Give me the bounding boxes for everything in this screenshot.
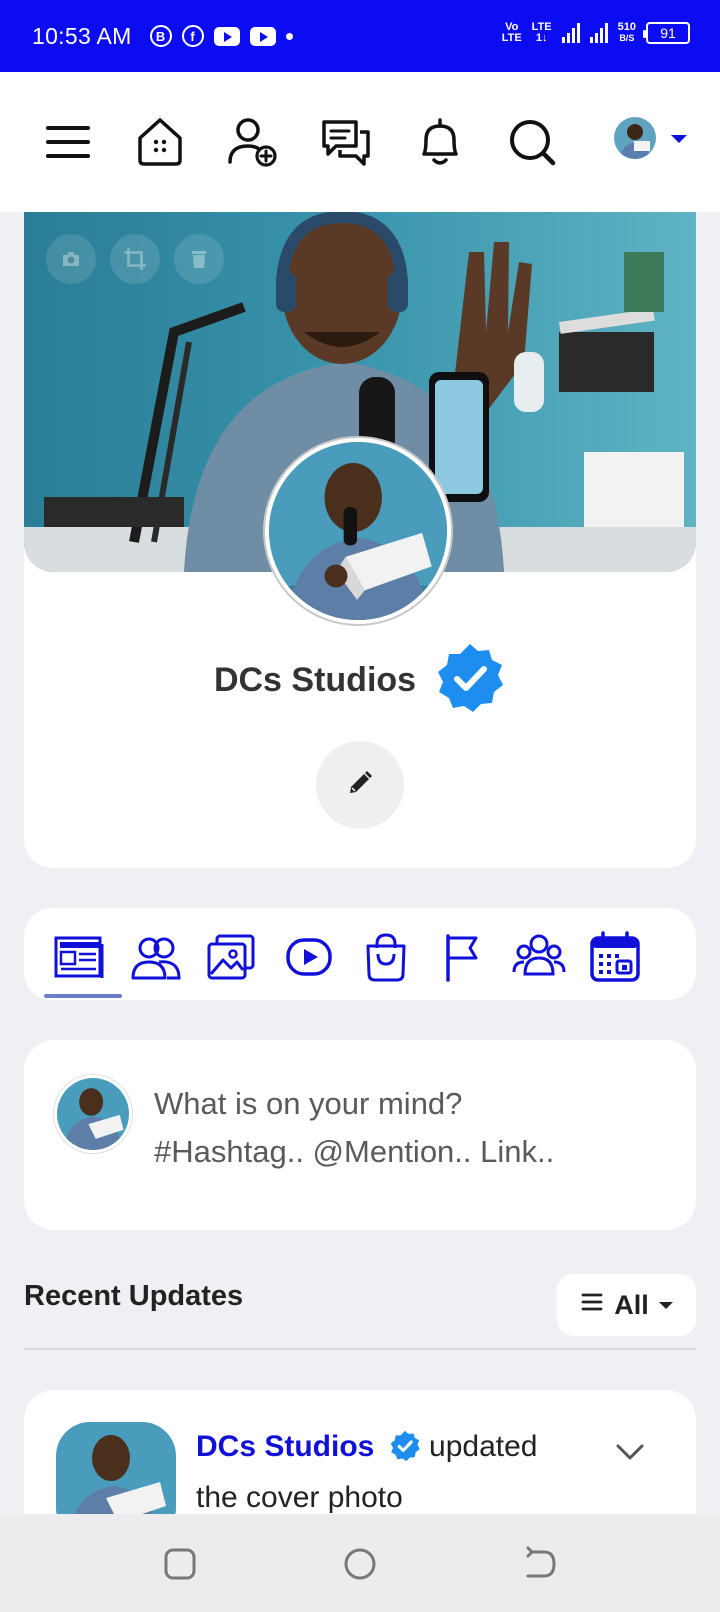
back-icon[interactable] <box>520 1544 560 1584</box>
user-avatar[interactable] <box>614 117 656 159</box>
filter-label: All <box>614 1289 649 1320</box>
more-dot-icon <box>285 32 293 40</box>
profile-avatar[interactable] <box>265 438 451 624</box>
menu-icon[interactable] <box>40 114 96 170</box>
feed-filter-dropdown[interactable]: All <box>557 1274 696 1336</box>
profile-tabs <box>24 908 696 1000</box>
account-menu-caret-icon[interactable] <box>671 135 687 143</box>
chevron-down-icon[interactable] <box>614 1436 646 1468</box>
shop-icon[interactable] <box>359 930 413 984</box>
b-icon: B <box>149 25 172 47</box>
chevron-down-icon <box>658 1301 673 1309</box>
battery-level: 91 <box>660 25 676 41</box>
battery-icon: 91 <box>643 22 690 44</box>
clock: 10:53 AM <box>32 22 132 49</box>
top-nav <box>0 72 720 212</box>
edit-profile-button[interactable] <box>316 741 404 829</box>
profile-card: DCs Studios <box>24 212 696 868</box>
videos-icon[interactable] <box>282 930 336 984</box>
network-speed: 510 B/S <box>617 21 636 44</box>
active-tab-indicator <box>44 994 122 998</box>
pencil-icon <box>346 769 374 802</box>
home-button-icon[interactable] <box>340 1544 380 1584</box>
facebook-icon: f <box>181 25 204 47</box>
crop-icon[interactable] <box>110 234 160 284</box>
composer-avatar <box>54 1075 132 1153</box>
signal-icon <box>589 23 608 43</box>
status-bar: 10:53 AM B f Vo LTE LTE 1↓ 510 B/S 91 <box>0 0 720 72</box>
notification-icons: B f <box>149 25 293 47</box>
friends-icon[interactable] <box>129 930 183 984</box>
post-action: updated <box>429 1430 538 1463</box>
divider <box>24 1348 696 1350</box>
events-icon[interactable] <box>588 930 642 984</box>
camera-icon[interactable] <box>46 234 96 284</box>
post-composer[interactable]: What is on your mind? #Hashtag.. @Mentio… <box>24 1040 696 1230</box>
verified-badge-icon <box>434 642 506 719</box>
recent-updates-title: Recent Updates <box>24 1280 244 1312</box>
notifications-icon[interactable] <box>412 114 468 170</box>
youtube-icon <box>213 26 240 46</box>
composer-placeholder[interactable]: What is on your mind? #Hashtag.. @Mentio… <box>154 1080 674 1176</box>
post-author-link[interactable]: DCs Studios <box>196 1430 374 1463</box>
post-headline: DCs Studios updated the cover photo <box>196 1424 596 1520</box>
recent-apps-icon[interactable] <box>160 1544 200 1584</box>
youtube-icon <box>249 26 276 46</box>
groups-icon[interactable] <box>512 930 566 984</box>
search-icon[interactable] <box>504 114 560 170</box>
system-nav-bar <box>0 1514 720 1612</box>
delete-icon[interactable] <box>174 234 224 284</box>
pages-icon[interactable] <box>436 930 490 984</box>
timeline-icon[interactable] <box>52 930 106 984</box>
lte-indicator: LTE 1↓ <box>531 21 552 44</box>
add-friend-icon[interactable] <box>224 114 280 170</box>
profile-name: DCs Studios <box>213 661 417 699</box>
signal-icon <box>561 23 580 43</box>
messages-icon[interactable] <box>318 114 374 170</box>
volte-indicator: Vo LTE <box>501 21 522 44</box>
list-icon <box>580 1290 604 1321</box>
system-indicators: Vo LTE LTE 1↓ 510 B/S 91 <box>502 22 690 44</box>
verified-badge-icon <box>389 1430 421 1475</box>
photos-icon[interactable] <box>205 930 259 984</box>
home-icon[interactable] <box>132 114 188 170</box>
profile-name-row: DCs Studios <box>24 642 696 719</box>
